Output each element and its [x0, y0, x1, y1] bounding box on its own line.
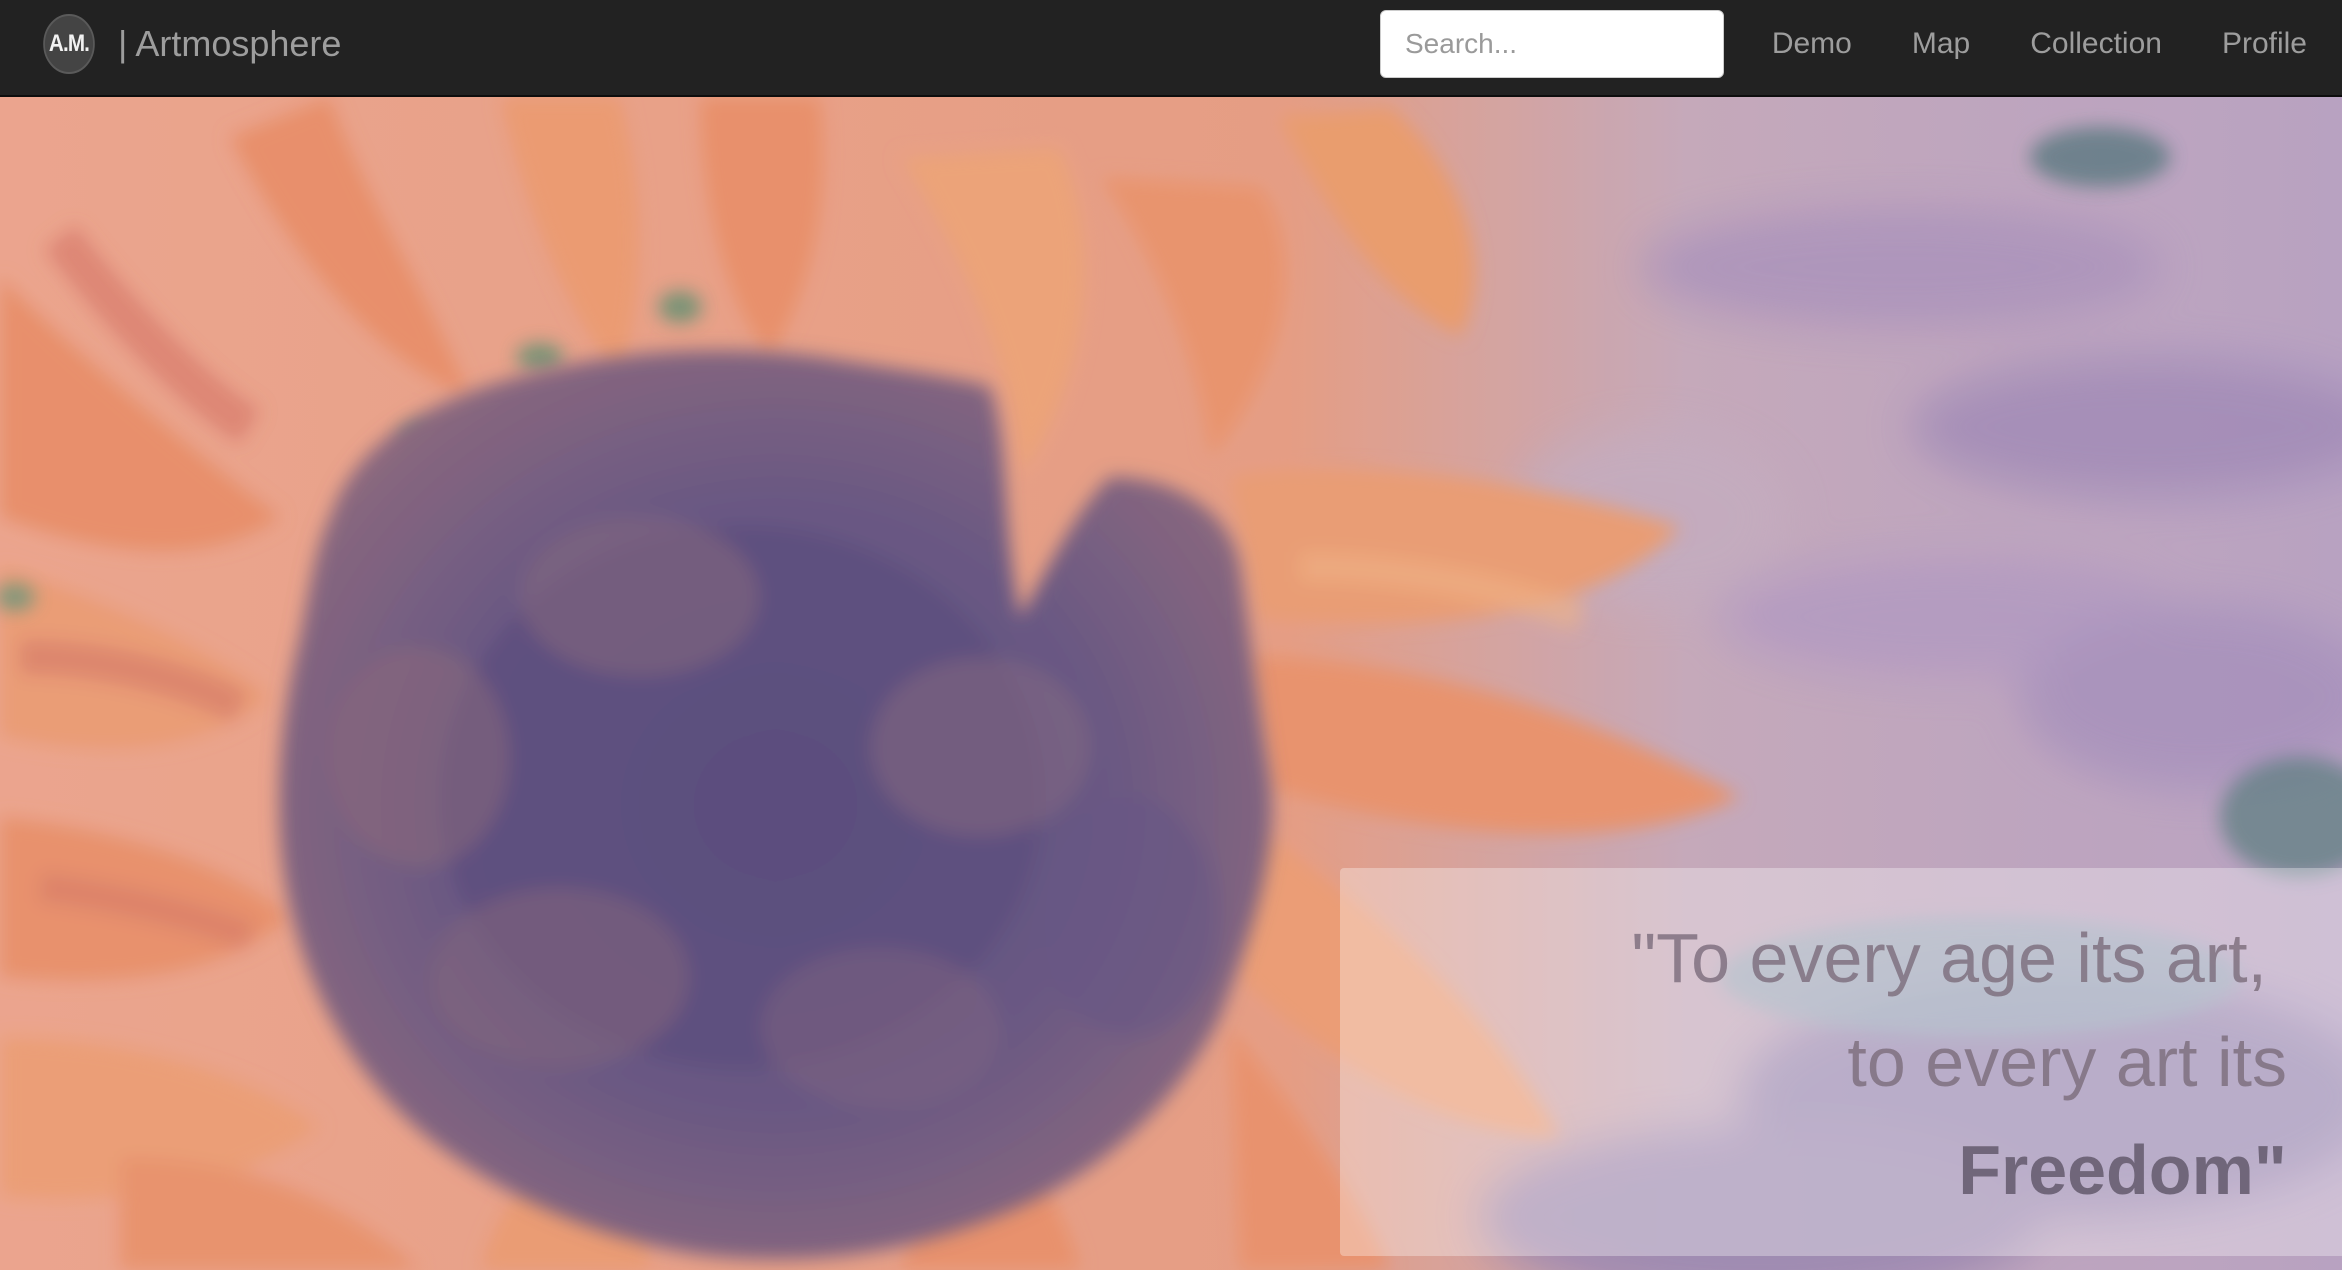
quote-line-2: to every art its	[1847, 1023, 2287, 1101]
logo-text: A.M.	[48, 30, 90, 57]
nav-links: Demo Map Collection Profile	[1742, 0, 2342, 88]
page: A.M. | Artmosphere Demo Map Collection P…	[0, 0, 2342, 1270]
search-input[interactable]	[1380, 10, 1724, 78]
nav-link-collection[interactable]: Collection	[2000, 27, 2192, 61]
nav-link-map[interactable]: Map	[1882, 27, 2000, 61]
nav-link-demo[interactable]: Demo	[1742, 27, 1882, 61]
quote-box: "To every age its art, to every art its …	[1340, 868, 2342, 1256]
logo-badge[interactable]: A.M.	[43, 14, 95, 74]
hero-section: "To every age its art, to every art its …	[0, 97, 2342, 1270]
quote-line-3: Freedom"	[1958, 1131, 2287, 1209]
navbar: A.M. | Artmosphere Demo Map Collection P…	[0, 0, 2342, 97]
nav-link-profile[interactable]: Profile	[2192, 27, 2342, 61]
brand-link[interactable]: | Artmosphere	[118, 20, 341, 68]
quote-line-1: "To every age its art,	[1631, 919, 2267, 997]
brand-name: Artmosphere	[135, 23, 342, 64]
brand-separator: |	[118, 23, 128, 64]
